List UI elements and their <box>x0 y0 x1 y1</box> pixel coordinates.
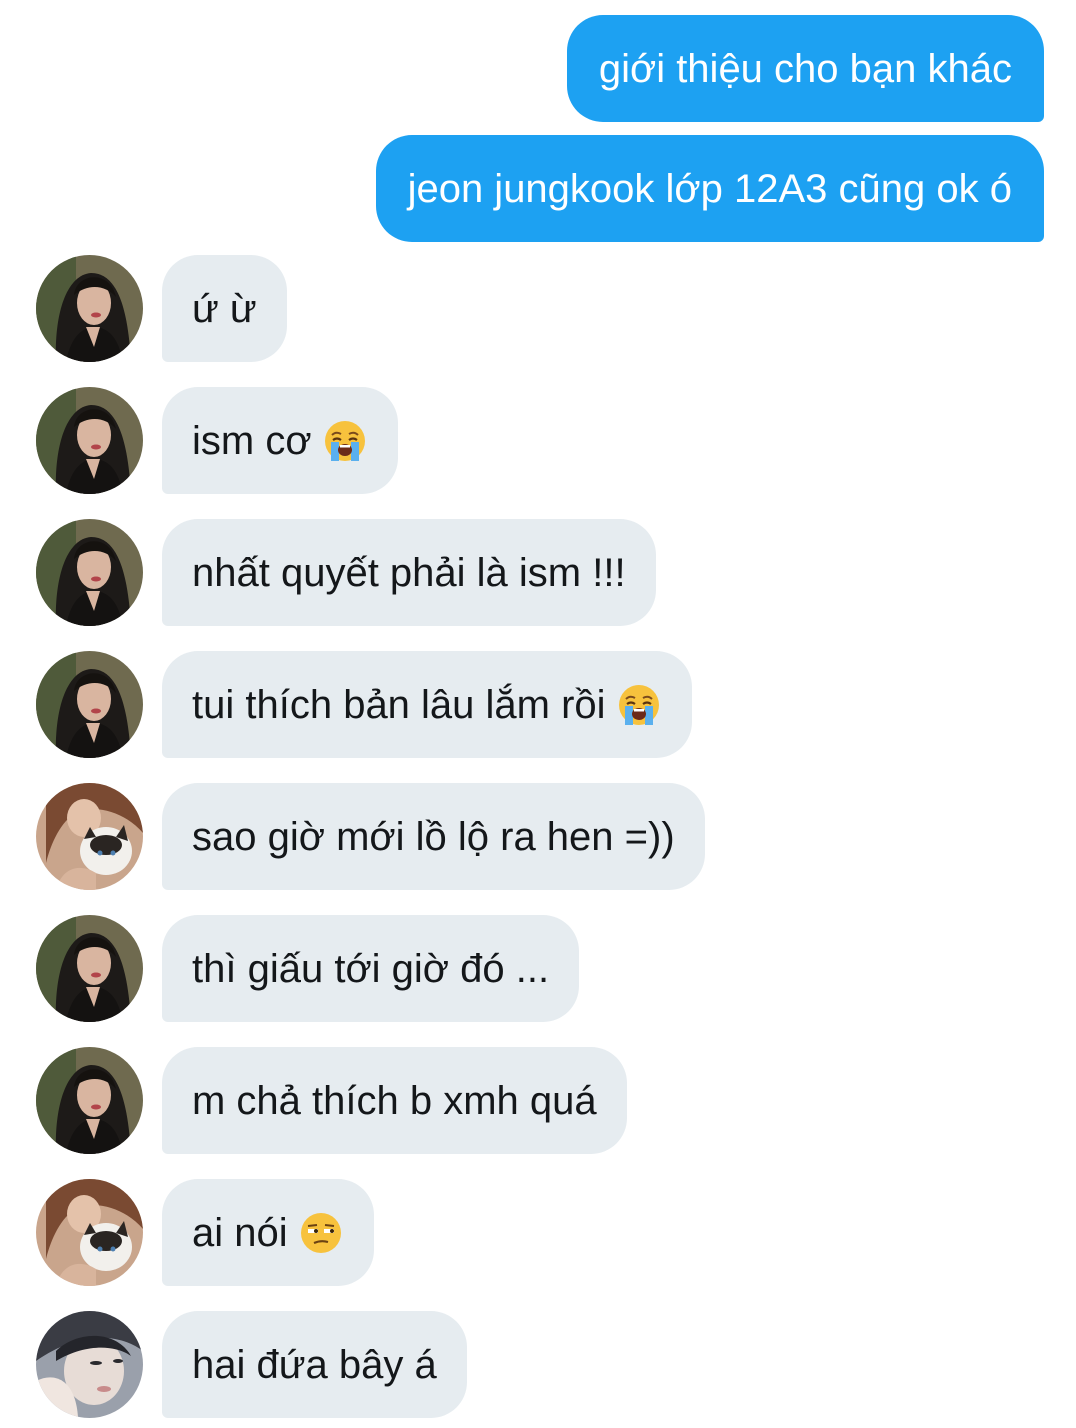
incoming-message-bubble[interactable]: sao giờ mới lồ lộ ra hen =)) <box>162 783 705 890</box>
message-text: m chả thích b xmh quá <box>192 1078 597 1123</box>
loudly-crying-face-icon <box>322 418 368 464</box>
incoming-message-bubble[interactable]: tui thích bản lâu lắm rồi <box>162 651 692 758</box>
avatar-dark-hair[interactable] <box>36 1047 143 1154</box>
incoming-message-bubble[interactable]: ism cơ <box>162 387 398 494</box>
incoming-message-bubble[interactable]: ứ ừ <box>162 255 287 362</box>
message-text: jeon jungkook lớp 12A3 cũng ok ó <box>407 166 1012 211</box>
outgoing-message-bubble[interactable]: giới thiệu cho bạn khác <box>566 15 1044 122</box>
incoming-message-bubble[interactable]: m chả thích b xmh quá <box>162 1047 627 1154</box>
message-row: m chả thích b xmh quá <box>0 1047 1076 1154</box>
incoming-message-bubble[interactable]: nhất quyết phải là ism !!! <box>162 519 656 626</box>
message-row: tui thích bản lâu lắm rồi <box>0 651 1076 758</box>
avatar-with-cat[interactable] <box>36 1179 143 1286</box>
message-row: nhất quyết phải là ism !!! <box>0 519 1076 626</box>
message-row: ai nói <box>0 1179 1076 1286</box>
message-row: hai đứa bây á <box>0 1311 1076 1418</box>
avatar-dark-hair[interactable] <box>36 255 143 362</box>
message-text: tui thích bản lâu lắm rồi <box>192 682 606 727</box>
message-row: giới thiệu cho bạn khác <box>0 15 1076 122</box>
message-row: ism cơ <box>0 387 1076 494</box>
conversation: giới thiệu cho bạn khác jeon jungkook lớ… <box>0 0 1076 1428</box>
incoming-message-bubble[interactable]: hai đứa bây á <box>162 1311 467 1418</box>
message-text: nhất quyết phải là ism !!! <box>192 550 626 595</box>
incoming-message-bubble[interactable]: ai nói <box>162 1179 374 1286</box>
unamused-face-icon <box>298 1210 344 1256</box>
incoming-message-bubble[interactable]: thì giấu tới giờ đó ... <box>162 915 580 1022</box>
message-text: giới thiệu cho bạn khác <box>598 46 1012 91</box>
avatar-dark-hair[interactable] <box>36 387 143 494</box>
message-text: ứ ừ <box>192 286 257 331</box>
message-row: thì giấu tới giờ đó ... <box>0 915 1076 1022</box>
message-text: sao giờ mới lồ lộ ra hen =)) <box>192 814 675 859</box>
avatar-with-cat[interactable] <box>36 783 143 890</box>
avatar-hand-on-face[interactable] <box>36 1311 143 1418</box>
message-text: ism cơ <box>192 418 312 463</box>
message-text: hai đứa bây á <box>192 1342 437 1387</box>
message-row: jeon jungkook lớp 12A3 cũng ok ó <box>0 135 1076 242</box>
message-row: ứ ừ <box>0 255 1076 362</box>
avatar-dark-hair[interactable] <box>36 651 143 758</box>
loudly-crying-face-icon <box>616 682 662 728</box>
avatar-dark-hair[interactable] <box>36 519 143 626</box>
outgoing-message-bubble[interactable]: jeon jungkook lớp 12A3 cũng ok ó <box>375 135 1044 242</box>
avatar-dark-hair[interactable] <box>36 915 143 1022</box>
message-text: ai nói <box>192 1210 288 1255</box>
message-row: sao giờ mới lồ lộ ra hen =)) <box>0 783 1076 890</box>
message-text: thì giấu tới giờ đó ... <box>192 946 550 991</box>
